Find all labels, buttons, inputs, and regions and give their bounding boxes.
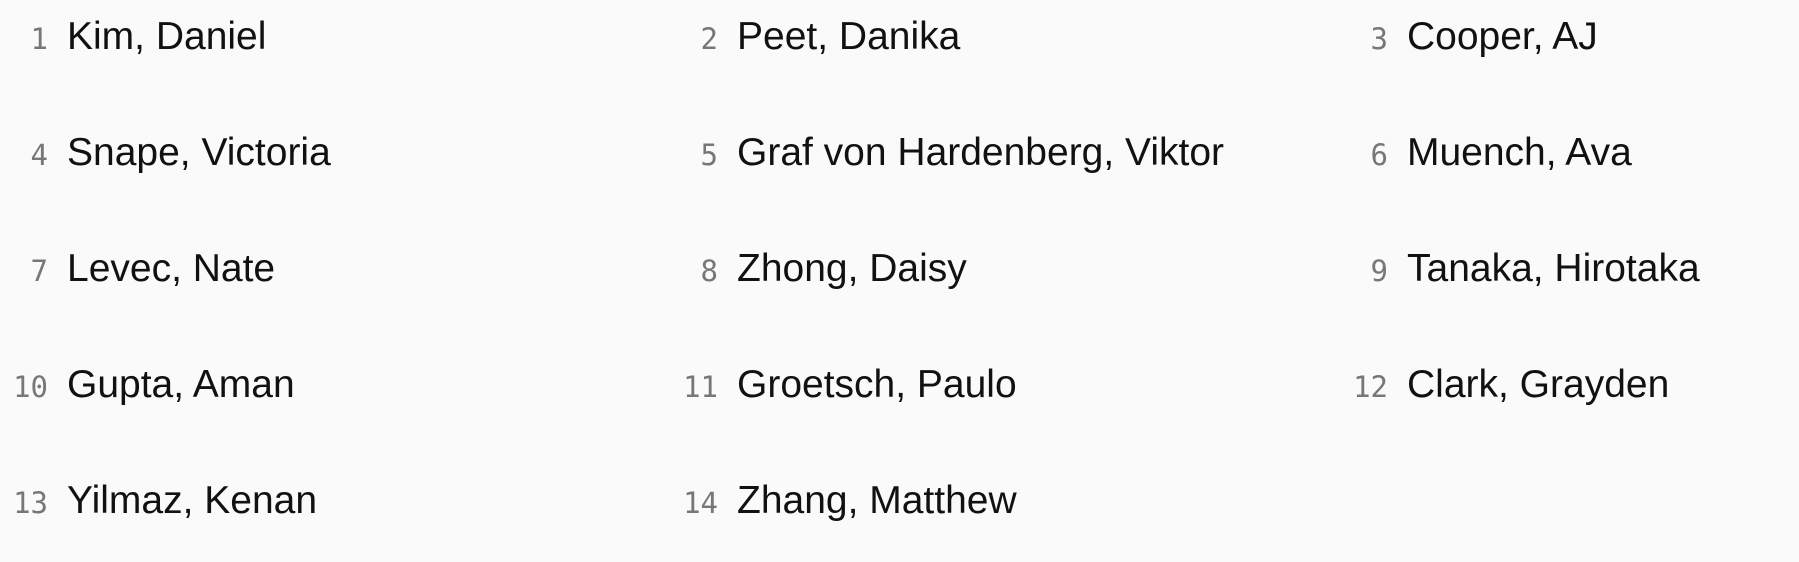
entry-name: Groetsch, Paulo: [737, 363, 1017, 406]
entry-number: 13: [13, 486, 48, 520]
entry-number: 4: [30, 138, 48, 172]
entry-number: 10: [13, 370, 48, 404]
entry-number: 11: [683, 370, 718, 404]
entry-name: Kim, Daniel: [67, 15, 267, 58]
entry-name: Tanaka, Hirotaka: [1407, 247, 1700, 290]
entry-name: Cooper, AJ: [1407, 15, 1598, 58]
entry-number: 14: [683, 486, 718, 520]
entry-number: 1: [30, 22, 48, 56]
entry-name: Snape, Victoria: [67, 131, 331, 174]
entry-number: 3: [1370, 22, 1388, 56]
entry-number: 7: [30, 254, 48, 288]
entry-name: Levec, Nate: [67, 247, 276, 290]
entry-number: 6: [1370, 138, 1388, 172]
roster-grid: 1 Kim, Daniel 2 Peet, Danika 3 Cooper, A…: [0, 0, 1799, 562]
entry-number: 8: [700, 254, 718, 288]
entry-name: Peet, Danika: [737, 15, 961, 58]
entry-name: Graf von Hardenberg, Viktor: [737, 131, 1225, 174]
entry-number: 5: [700, 138, 718, 172]
entry-number: 12: [1353, 370, 1388, 404]
entry-name: Gupta, Aman: [67, 363, 295, 406]
entry-name: Zhong, Daisy: [737, 247, 967, 290]
entry-name: Clark, Grayden: [1407, 363, 1670, 406]
entry-number: 9: [1370, 254, 1388, 288]
entry-name: Muench, Ava: [1407, 131, 1632, 174]
entry-number: 2: [700, 22, 718, 56]
entry-name: Yilmaz, Kenan: [67, 479, 318, 522]
entry-name: Zhang, Matthew: [737, 479, 1017, 522]
